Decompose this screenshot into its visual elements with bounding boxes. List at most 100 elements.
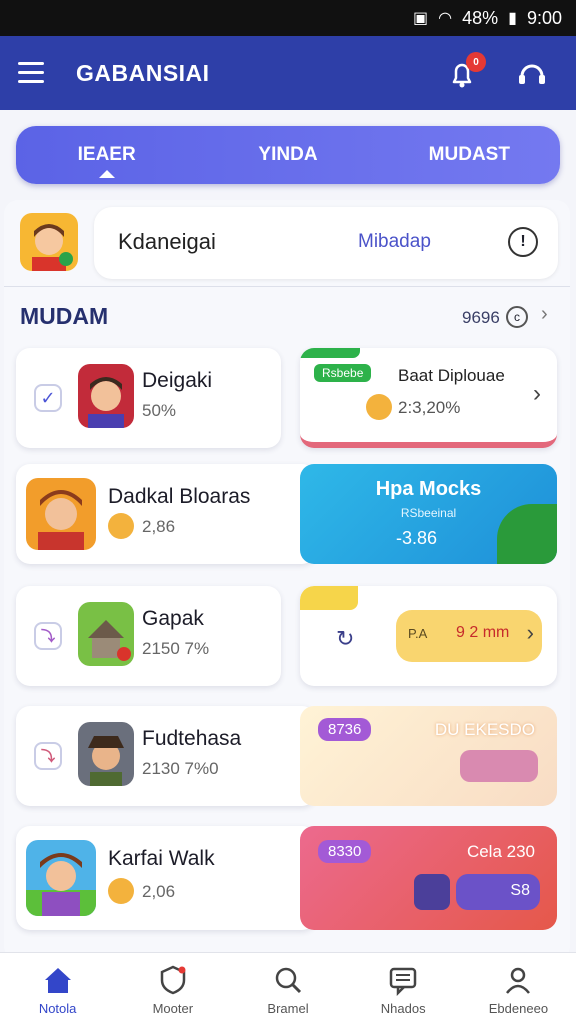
promo-tab [300, 348, 360, 358]
promo-value: S8 [510, 882, 530, 899]
clock: 9:00 [526, 7, 562, 28]
game-title: Fudtehasa [142, 727, 242, 750]
section-title: MUDAM [20, 303, 109, 329]
promo-avatar [366, 394, 392, 420]
promo-card-4[interactable]: 8736 DU EKESDO [300, 706, 557, 806]
game-row-gapak[interactable]: ⤵ Gapak 2150 7% [16, 586, 281, 686]
nav-label: Ebdeneeo [488, 1001, 549, 1016]
home-icon [44, 968, 71, 993]
chevron-right-icon: › [526, 620, 534, 645]
hamburger-line [18, 62, 44, 65]
share-icon: ⤵ [41, 748, 55, 764]
promo-card-2[interactable]: Hpa Mocks RSbeeinal -3.86 [300, 464, 557, 564]
checkbox-checked[interactable]: ✓ [34, 384, 62, 412]
profile-icon [506, 967, 531, 994]
promo-card-1[interactable]: Rsbebe Baat Diplouae 2:3,20% › [300, 348, 557, 448]
promo-tag: Rsbebe [314, 364, 372, 382]
promo-pill[interactable]: P.A 9 2 mm › [396, 610, 542, 662]
nav-label: Mooter [152, 1001, 194, 1016]
vibrate-icon: ▣ [413, 10, 429, 27]
promo-value: 2:3,20% [398, 398, 461, 417]
promo-value: -3.86 [396, 528, 438, 548]
notifications-button[interactable]: 0 [442, 52, 486, 94]
game-row-dadkal[interactable]: Dadkal Bloaras 2,86 [16, 464, 316, 564]
nav-label: Nhados [380, 1001, 426, 1016]
nav-profile[interactable]: Ebdeneeo [461, 953, 576, 1024]
chevron-right-icon[interactable]: › [541, 303, 548, 326]
game-title: Dadkal Bloaras [108, 485, 251, 508]
game-subtitle: 50% [142, 401, 177, 420]
shield-icon [160, 965, 186, 995]
game-subtitle: 2,06 [142, 882, 176, 901]
game-icon [26, 840, 96, 916]
notification-badge: 0 [466, 52, 486, 72]
hamburger-line [18, 71, 44, 74]
battery-icon: ▮ [508, 10, 517, 27]
nav-nhados[interactable]: Nhados [346, 953, 461, 1024]
coin-icon: c [506, 306, 528, 328]
profile-mode[interactable]: Mibadap [358, 231, 431, 253]
promo-badge: 8736 [318, 718, 372, 741]
promo-card-3[interactable]: ↻ P.A 9 2 mm › [300, 586, 557, 686]
game-row-karfai[interactable]: Karfai Walk 2,06 [16, 826, 316, 930]
nav-label: Bramel [267, 1001, 309, 1016]
game-subtitle: 2150 7% [142, 639, 210, 658]
nav-mooter[interactable]: Mooter [115, 953, 230, 1024]
section-count: 9696 [462, 308, 500, 327]
pill-value: 9 2 mm [456, 624, 510, 641]
checkbox[interactable]: ⤵ [34, 622, 62, 650]
profile-name: Kdaneigai [118, 229, 216, 254]
app-bar: GABANSIAI 0 [0, 36, 576, 110]
headset-icon [519, 64, 545, 84]
game-icon [78, 364, 134, 428]
main-content: IEAER YINDA MUDAST Kdaneigai Mibadap ! M… [0, 110, 576, 952]
promo-avatar [414, 874, 450, 910]
checkbox[interactable]: ⤵ [34, 742, 62, 770]
promo-tab [300, 586, 358, 610]
promo-title: Baat Diplouae [398, 366, 505, 385]
game-row-fudtehasa[interactable]: ⤵ Fudtehasa 2130 7%0 [16, 706, 316, 806]
promo-title: DU EKESDO [434, 720, 535, 739]
game-subtitle: 2130 7%0 [142, 759, 219, 778]
game-row-deigaki[interactable]: ✓ Deigaki 50% [16, 348, 281, 448]
user-avatar[interactable] [20, 213, 78, 271]
profile-card[interactable]: Kdaneigai Mibadap ! [94, 207, 558, 279]
chevron-right-icon[interactable]: › [533, 380, 541, 408]
game-title: Karfai Walk [108, 847, 215, 870]
promo-badge: 8330 [318, 840, 372, 863]
game-icon [26, 478, 96, 550]
game-subtitle: 2,86 [142, 517, 176, 536]
support-button[interactable] [512, 54, 552, 94]
search-icon [275, 967, 302, 994]
info-icon: ! [520, 233, 526, 250]
hamburger-line [18, 80, 44, 83]
info-button[interactable]: ! [508, 227, 538, 257]
game-icon [78, 722, 134, 786]
tab-ieaer[interactable]: IEAER [16, 126, 197, 184]
game-title: Deigaki [142, 369, 213, 392]
check-icon: ✓ [40, 387, 56, 408]
promo-title: Hpa Mocks [375, 478, 482, 500]
promo-chip: S8 [456, 874, 540, 910]
promo-title: Cela 230 [466, 842, 535, 861]
promo-card-5[interactable]: 8330 Cela 230 S8 [300, 826, 557, 930]
tab-mudast[interactable]: MUDAST [379, 126, 560, 184]
divider [4, 286, 570, 287]
share-icon: ⤵ [41, 628, 55, 644]
menu-button[interactable] [18, 62, 44, 84]
wifi-icon: ◠ [438, 10, 453, 27]
avatar-image [20, 213, 78, 271]
game-title: Gapak [142, 607, 204, 630]
tab-yinda[interactable]: YINDA [197, 126, 378, 184]
player-avatar [108, 513, 134, 539]
nav-label: Notola [38, 1001, 77, 1016]
status-bar: ▣ ◠ 48% ▮ 9:00 [0, 0, 576, 36]
refresh-icon[interactable]: ↻ [336, 626, 354, 652]
message-icon [389, 967, 417, 997]
pill-label: P.A [408, 626, 428, 641]
player-avatar [108, 878, 134, 904]
nav-home[interactable]: Notola [0, 953, 115, 1024]
segment-tabs: IEAER YINDA MUDAST [16, 126, 560, 184]
game-icon [78, 602, 134, 666]
nav-bramel[interactable]: Bramel [230, 953, 345, 1024]
